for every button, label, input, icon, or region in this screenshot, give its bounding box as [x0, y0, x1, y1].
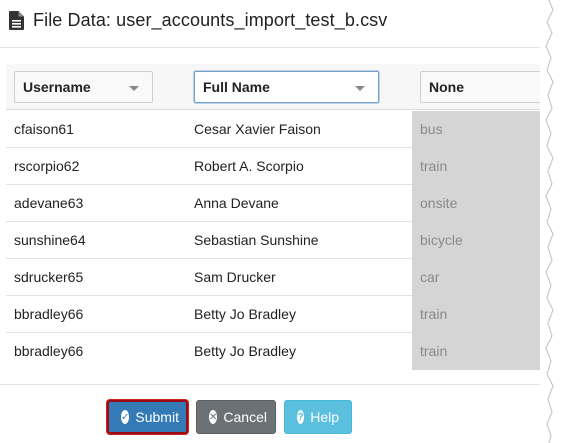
username-cell: sunshine64 [14, 232, 86, 248]
submit-button[interactable]: ✓ Submit [107, 400, 188, 434]
username-cell: sdrucker65 [14, 269, 84, 285]
username-cell: rscorpio62 [14, 158, 80, 174]
username-cell: bbradley66 [14, 343, 84, 359]
data-grid: cfaison61 Cesar Xavier Faison bus rscorp… [6, 111, 540, 370]
ignored-column-cell: train [412, 148, 540, 185]
help-button[interactable]: ? Help [284, 400, 352, 434]
table-row: sunshine64 Sebastian Sunshine bicycle [6, 222, 540, 259]
full-name-cell: Cesar Xavier Faison [194, 121, 321, 137]
full-name-cell: Sebastian Sunshine [194, 232, 319, 248]
dialog-header: File Data: user_accounts_import_test_b.c… [9, 8, 387, 32]
column-1-mapping-select[interactable]: Username [14, 71, 153, 103]
table-row: rscorpio62 Robert A. Scorpio train [6, 148, 540, 185]
footer-divider [0, 384, 540, 385]
question-circle-icon: ? [297, 410, 305, 424]
ignored-column-cell: train [412, 333, 540, 370]
file-data-dialog: File Data: user_accounts_import_test_b.c… [0, 0, 563, 443]
table-row: adevane63 Anna Devane onsite [6, 185, 540, 222]
table-row: cfaison61 Cesar Xavier Faison bus [6, 111, 540, 148]
csv-preview-table: Username Full Name None cfaison61 Cesar … [6, 64, 540, 370]
check-circle-icon: ✓ [121, 410, 130, 424]
full-name-cell: Sam Drucker [194, 269, 276, 285]
column-2-mapping-value: Full Name [203, 79, 270, 95]
table-row: bbradley66 Betty Jo Bradley train [6, 333, 540, 370]
times-circle-icon: ✕ [209, 410, 218, 424]
chevron-down-icon [355, 86, 365, 91]
help-button-label: Help [310, 409, 339, 425]
column-mapping-row: Username Full Name None [6, 64, 540, 110]
header-divider [0, 47, 540, 48]
table-row: bbradley66 Betty Jo Bradley train [6, 296, 540, 333]
username-cell: bbradley66 [14, 306, 84, 322]
table-row: sdrucker65 Sam Drucker car [6, 259, 540, 296]
ignored-column-cell: bus [412, 111, 540, 148]
full-name-cell: Anna Devane [194, 195, 279, 211]
dialog-title: File Data: user_accounts_import_test_b.c… [33, 9, 388, 30]
full-name-cell: Robert A. Scorpio [194, 158, 304, 174]
ignored-column-cell: car [412, 259, 540, 296]
chevron-down-icon [129, 86, 139, 91]
submit-button-label: Submit [135, 409, 179, 425]
ignored-column-cell: onsite [412, 185, 540, 222]
ignored-column-cell: train [412, 296, 540, 333]
username-cell: cfaison61 [14, 121, 74, 137]
username-cell: adevane63 [14, 195, 84, 211]
cancel-button[interactable]: ✕ Cancel [196, 400, 276, 434]
column-3-mapping-select[interactable]: None [420, 71, 540, 103]
column-1-mapping-value: Username [23, 79, 91, 95]
document-icon [9, 10, 24, 30]
ignored-column-cell: bicycle [412, 222, 540, 259]
full-name-cell: Betty Jo Bradley [194, 306, 296, 322]
column-2-mapping-select[interactable]: Full Name [194, 71, 379, 103]
cancel-button-label: Cancel [223, 409, 267, 425]
column-3-mapping-value: None [429, 79, 464, 95]
full-name-cell: Betty Jo Bradley [194, 343, 296, 359]
